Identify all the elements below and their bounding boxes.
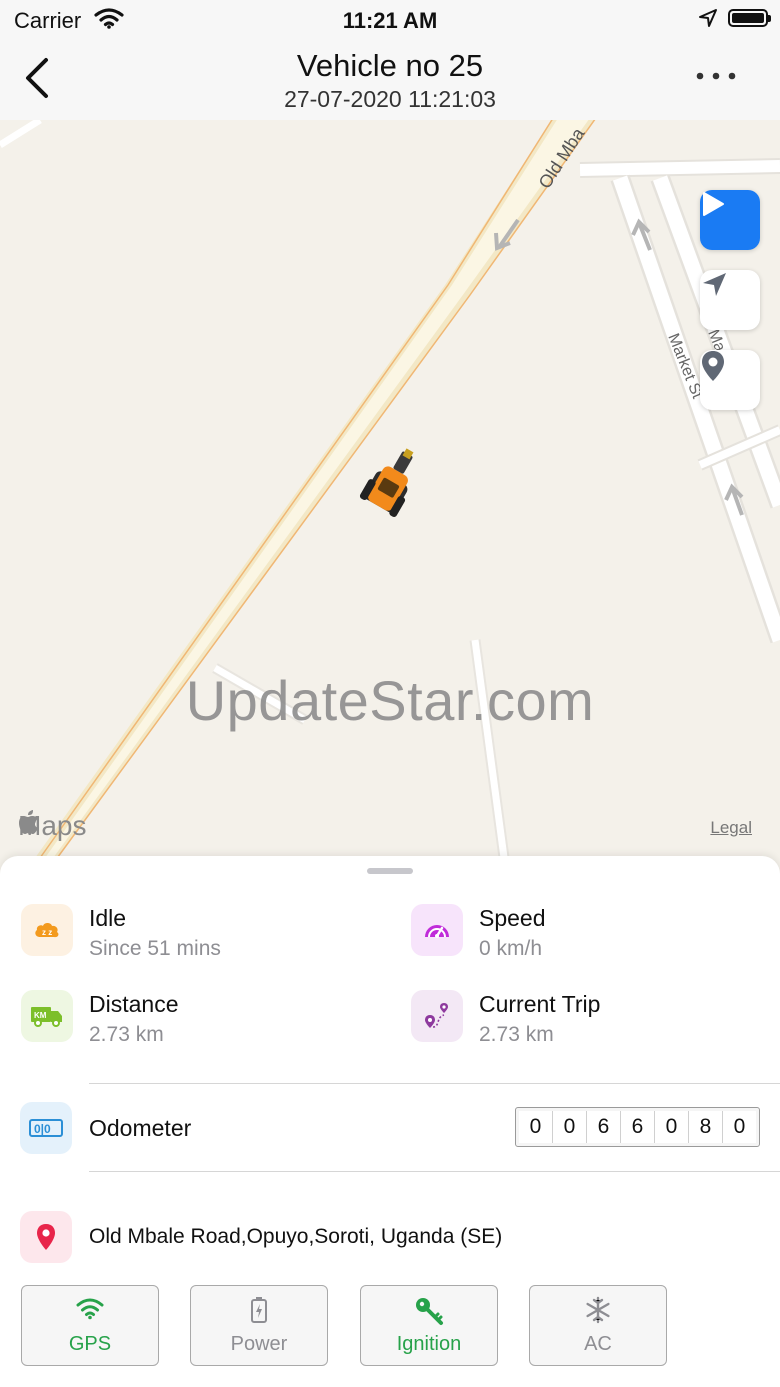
map-pin-icon — [702, 351, 724, 381]
key-icon — [361, 1296, 497, 1326]
stat-current-trip: Current Trip 2.73 km — [411, 990, 771, 1052]
delivery-truck-icon: KM — [21, 990, 73, 1042]
ac-status-button[interactable]: AC — [529, 1285, 667, 1366]
odometer-digit: 0 — [655, 1111, 689, 1143]
sheet-drag-handle[interactable] — [367, 868, 413, 874]
stat-distance: KM Distance 2.73 km — [21, 990, 381, 1052]
route-icon — [411, 990, 463, 1042]
ignition-status-button[interactable]: Ignition — [360, 1285, 498, 1366]
address-row: Old Mbale Road,Opuyo,Soroti, Uganda (SE) — [20, 1211, 780, 1265]
watermark: UpdateStar.com — [185, 669, 595, 732]
ac-label: AC — [584, 1333, 612, 1355]
status-bar: Carrier 11:21 AM — [0, 0, 780, 40]
show-location-button[interactable] — [700, 350, 760, 410]
odometer-label: Odometer — [89, 1115, 192, 1141]
vehicle-marker-icon[interactable] — [359, 440, 428, 518]
distance-value: 2.73 km — [89, 1023, 164, 1046]
address-text: Old Mbale Road,Opuyo,Soroti, Uganda (SE) — [89, 1225, 503, 1248]
power-label: Power — [230, 1333, 288, 1355]
center-navigation-button[interactable] — [700, 270, 760, 330]
odometer-digit: 0 — [723, 1111, 756, 1143]
speed-value: 0 km/h — [479, 937, 543, 960]
idle-label: Idle — [89, 905, 127, 931]
ellipsis-icon — [696, 72, 736, 80]
wifi-signal-icon — [22, 1296, 158, 1320]
odometer-row: 0|0 Odometer 0 0 6 6 0 8 0 — [20, 1100, 780, 1158]
battery-icon — [191, 1296, 327, 1324]
idle-cloud-icon: z z — [21, 904, 73, 956]
gps-status-button[interactable]: GPS — [21, 1285, 159, 1366]
vehicle-details-sheet: z z Idle Since 51 mins Speed 0 km/h KM D… — [0, 856, 780, 1387]
location-arrow-icon — [698, 8, 718, 33]
distance-label: Distance — [89, 991, 179, 1017]
stat-speed: Speed 0 km/h — [411, 904, 771, 966]
clock: 11:21 AM — [342, 8, 438, 33]
map-pin-icon — [20, 1211, 72, 1263]
map-view[interactable]: Old Mba Market St Ma UpdateStar.com Maps… — [0, 120, 780, 880]
odometer-digit: 0 — [553, 1111, 587, 1143]
navigation-arrow-icon — [703, 273, 726, 296]
speed-label: Speed — [479, 905, 546, 931]
current-trip-value: 2.73 km — [479, 1023, 554, 1046]
play-icon — [703, 192, 724, 216]
current-trip-label: Current Trip — [479, 991, 601, 1017]
power-status-button[interactable]: Power — [190, 1285, 328, 1366]
odometer-digit: 8 — [689, 1111, 723, 1143]
odometer-digit: 6 — [621, 1111, 655, 1143]
battery-icon — [728, 9, 771, 27]
navigation-bar: Vehicle no 25 27-07-2020 11:21:03 — [0, 40, 780, 120]
divider — [89, 1171, 780, 1172]
map-canvas: Old Mba Market St Ma — [0, 120, 780, 866]
odometer-digit: 0 — [519, 1111, 553, 1143]
odometer-digit: 6 — [587, 1111, 621, 1143]
svg-text:KM: KM — [34, 1011, 47, 1020]
legal-link[interactable]: Legal — [710, 818, 752, 838]
svg-text:0|0: 0|0 — [34, 1122, 51, 1136]
snowflake-icon — [530, 1296, 666, 1324]
page-title: Vehicle no 25 — [296, 48, 484, 83]
svg-text:z z: z z — [42, 928, 52, 937]
divider — [89, 1083, 780, 1084]
odometer-icon: 0|0 — [20, 1102, 72, 1154]
gps-label: GPS — [68, 1333, 112, 1355]
speedometer-icon — [411, 904, 463, 956]
page-subtitle-timestamp: 27-07-2020 11:21:03 — [284, 86, 496, 112]
play-route-button[interactable] — [700, 190, 760, 250]
idle-value: Since 51 mins — [89, 937, 221, 960]
ignition-label: Ignition — [396, 1333, 462, 1355]
more-options-button[interactable] — [696, 68, 736, 88]
apple-logo-icon — [19, 810, 38, 834]
odometer-display: 0 0 6 6 0 8 0 — [515, 1107, 760, 1147]
maps-attribution: Maps — [18, 810, 86, 842]
stat-idle: z z Idle Since 51 mins — [21, 904, 381, 966]
